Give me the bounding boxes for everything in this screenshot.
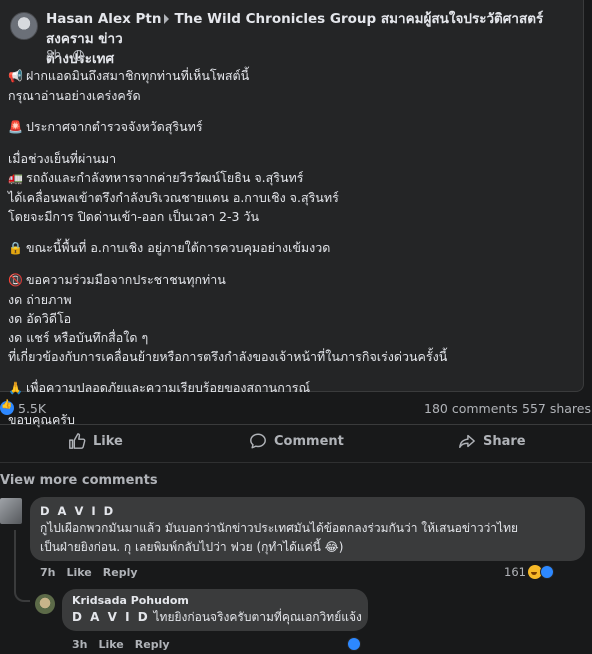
- reply-bubble: Kridsada Pohudom D A V I D ไทยยิงก่อนจริ…: [62, 589, 368, 631]
- comment-bubble: D A V I D กูไปเผือกพวกมันมาแล้ว มันบอกว่…: [30, 497, 585, 561]
- lock-icon: 🔒: [8, 241, 23, 255]
- share-icon: [459, 434, 475, 449]
- folded-hands-icon: 🙏: [8, 381, 23, 395]
- like-reaction-icon: [539, 565, 554, 579]
- comment-time[interactable]: 7h: [40, 566, 56, 579]
- comment-text: เป็นฝ่ายยิงก่อน. กุ เลยพิมพ์กลับไปว่า ฟว…: [40, 540, 344, 554]
- post-line: กรุณาอ่านอย่างเคร่งครัด: [8, 88, 141, 103]
- reply-reply-link[interactable]: Reply: [135, 638, 170, 651]
- post-line: งด อัดวิดีโอ: [8, 311, 72, 326]
- siren-icon: 🚨: [8, 120, 23, 134]
- author-avatar[interactable]: [10, 12, 38, 40]
- like-button[interactable]: Like: [68, 432, 123, 450]
- reply-time[interactable]: 3h: [72, 638, 88, 651]
- post-line: ได้เคลื่อนพลเข้าตรึงกำลังบริเวณชายแดน อ.…: [8, 190, 339, 205]
- post-body: 📢 ฝากแอดมินถึงสมาชิกทุกท่านที่เห็นโพสต์นี…: [8, 66, 578, 429]
- divider: [0, 462, 592, 463]
- commenter-name[interactable]: D A V I D: [40, 503, 575, 519]
- comment-meta: 7h Like Reply: [40, 566, 138, 579]
- megaphone-icon: 📢: [8, 69, 23, 83]
- mention-tag[interactable]: D A V I D: [72, 610, 150, 624]
- post-line: เมื่อช่วงเย็นที่ผ่านมา: [8, 151, 117, 166]
- reaction-count[interactable]: 5.5K: [18, 401, 46, 416]
- author-name[interactable]: Hasan Alex Ptn: [46, 11, 161, 27]
- reply-avatar[interactable]: [35, 594, 55, 614]
- post-line: 📢 ฝากแอดมินถึงสมาชิกทุกท่านที่เห็นโพสต์นี…: [8, 66, 578, 86]
- truck-icon: 🚛: [8, 171, 23, 185]
- post-line: โดยจะมีการ ปิดด่านเข้า-ออก เป็นเวลา 2-3 …: [8, 209, 259, 224]
- comment-reply-link[interactable]: Reply: [103, 566, 138, 579]
- post-line: 🚨 ประกาศจากตำรวจจังหวัดสุรินทร์: [8, 117, 578, 137]
- share-button[interactable]: Share: [458, 432, 526, 450]
- comment-reaction-count: 161: [504, 565, 526, 579]
- post-time[interactable]: 8h ·: [46, 48, 69, 62]
- post-header: Hasan Alex Ptn The Wild Chronicles Group …: [46, 9, 576, 69]
- comment-count[interactable]: 180 comments: [424, 401, 518, 416]
- post-line: งด ถ่ายภาพ: [8, 292, 72, 307]
- view-more-comments[interactable]: View more comments: [0, 473, 158, 488]
- replier-name[interactable]: Kridsada Pohudom: [72, 593, 358, 608]
- caret-right-icon: [164, 14, 170, 24]
- reply-meta: 3h Like Reply: [72, 638, 170, 651]
- reply-text: D A V I D ไทยยิงก่อนจริงครับตามที่คุณเอก…: [72, 610, 362, 624]
- post-line: ที่เกี่ยวข้องกับการเคลื่อนย้ายหรือการตรึ…: [8, 349, 448, 364]
- post-card: Hasan Alex Ptn The Wild Chronicles Group …: [0, 0, 584, 427]
- comment-like-link[interactable]: Like: [67, 566, 92, 579]
- post-line: 📵 ขอความร่วมมือจากประชาชนทุกท่าน: [8, 270, 578, 290]
- action-bar: Like Comment Share: [0, 428, 592, 458]
- reactions-row: 5.5K 180 comments 557 shares: [0, 398, 592, 420]
- comment-icon: [250, 433, 266, 449]
- post-line: 🙏 เพื่อความปลอดภัยและความเรียบร้อยของสถาน…: [8, 378, 578, 398]
- commenter-avatar[interactable]: [0, 498, 22, 524]
- thumbs-up-icon: [69, 433, 86, 449]
- globe-icon: [72, 49, 84, 61]
- comment-text: กูไปเผือกพวกมันมาแล้ว มันบอกว่านักข่าวปร…: [40, 521, 519, 535]
- post-line: 🔒 ขณะนี้พื้นที่ อ.กาบเชิง อยู่ภายใต้การคว…: [8, 238, 578, 258]
- post-line: งด แชร์ หรือบันทึกสื่อใด ๆ: [8, 330, 149, 345]
- post-meta: 8h ·: [46, 48, 84, 62]
- share-count[interactable]: 557 shares: [522, 401, 591, 416]
- like-reaction-icon: [0, 400, 14, 415]
- comment-button[interactable]: Comment: [249, 432, 344, 450]
- divider: [0, 424, 592, 425]
- comment-reactions[interactable]: 161: [504, 565, 554, 579]
- reply-thread-line: [14, 530, 30, 602]
- no-phones-icon: 📵: [8, 273, 23, 287]
- reply-like-link[interactable]: Like: [99, 638, 124, 651]
- like-reaction-icon[interactable]: [347, 637, 361, 651]
- post-line: 🚛 รถถังและกำลังทหารจากค่ายวีรวัฒน์โยธิน จ…: [8, 168, 578, 188]
